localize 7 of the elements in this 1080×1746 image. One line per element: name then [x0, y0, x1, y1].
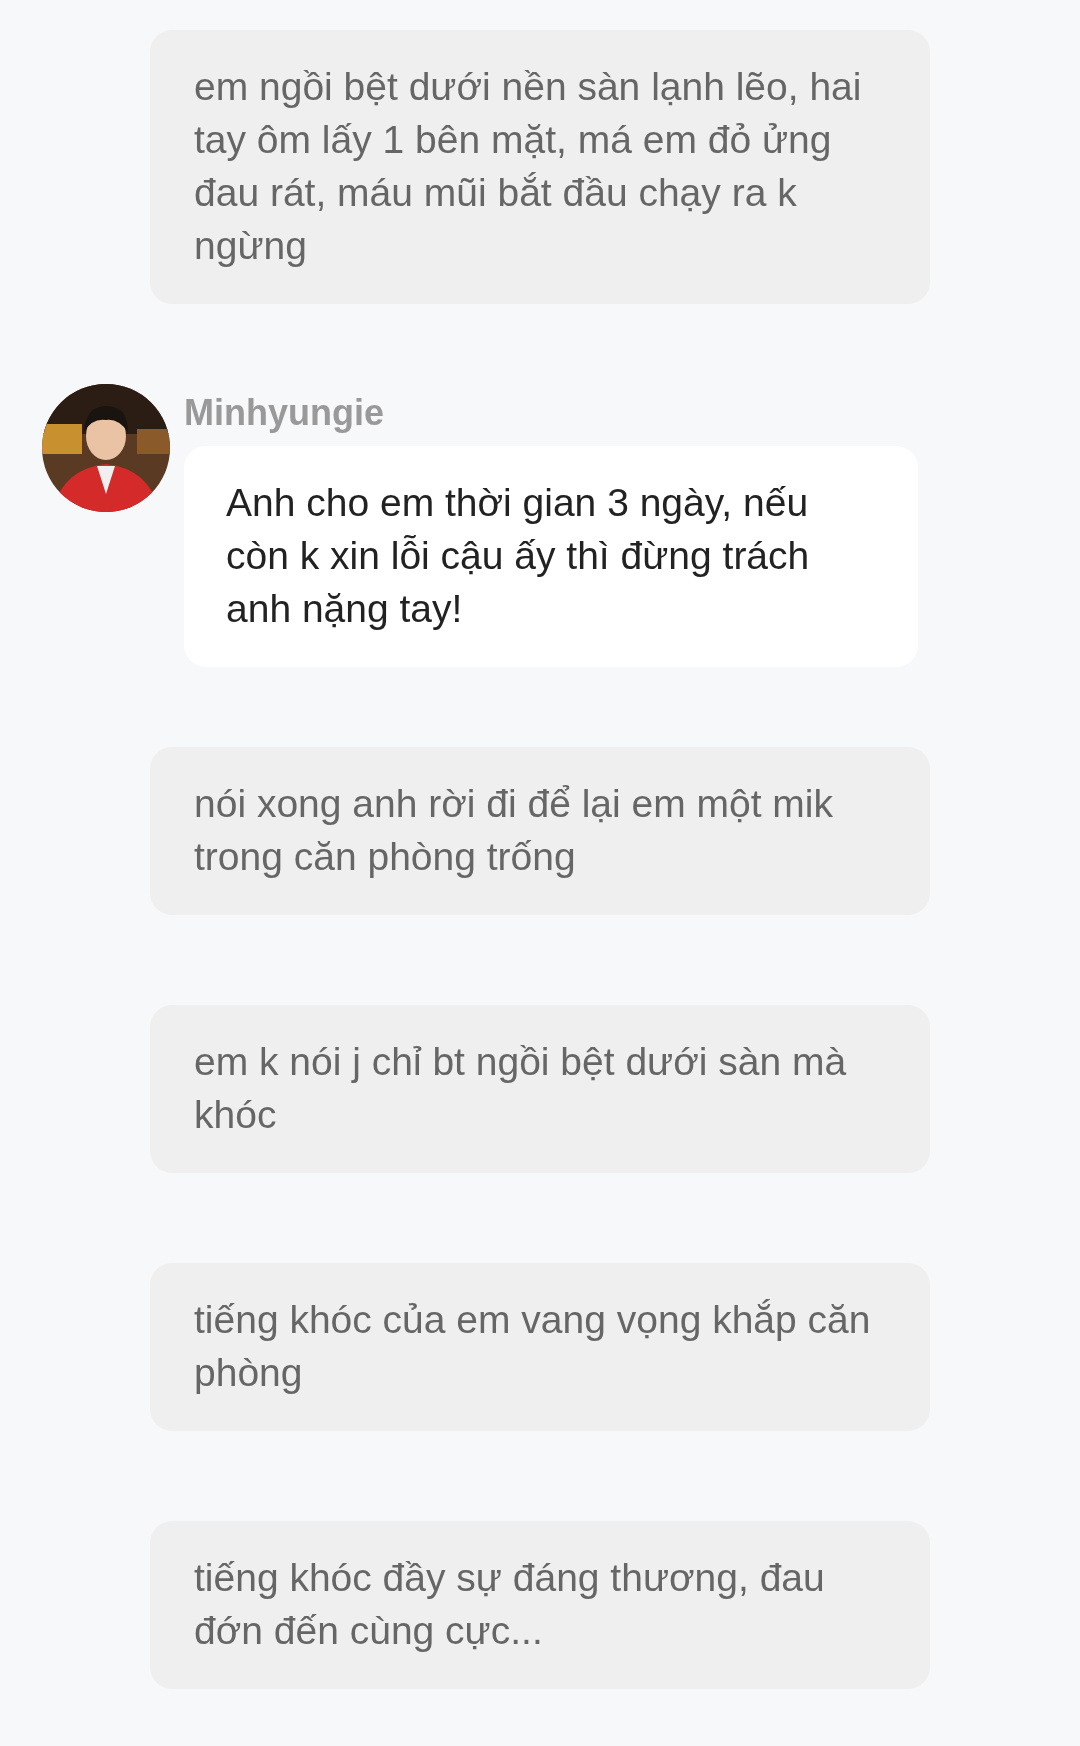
narration-bubble: em k nói j chỉ bt ngồi bệt dưới sàn mà khóc — [150, 1005, 930, 1173]
narration-bubble: nói xong anh rời đi để lại em một mik trong căn phòng trống — [150, 747, 930, 915]
narration-bubble: tiếng khóc của em vang vọng khắp căn phòng — [150, 1263, 930, 1431]
narration-bubble: tiếng khóc đầy sự đáng thương, đau đớn đến cùng cực... — [150, 1521, 930, 1689]
sender-name: Minhyungie — [184, 392, 385, 434]
message-bubble: Anh cho em thời gian 3 ngày, nếu còn k xin lỗi cậu ấy thì đừng trách anh nặng tay! — [184, 446, 918, 667]
narration-bubble: em ngồi bệt dưới nền sàn lạnh lẽo, hai tay ôm lấy 1 bên mặt, má em đỏ ửng đau rát, máu mũi bắt đầu chạy ra k ngừng — [150, 30, 930, 304]
